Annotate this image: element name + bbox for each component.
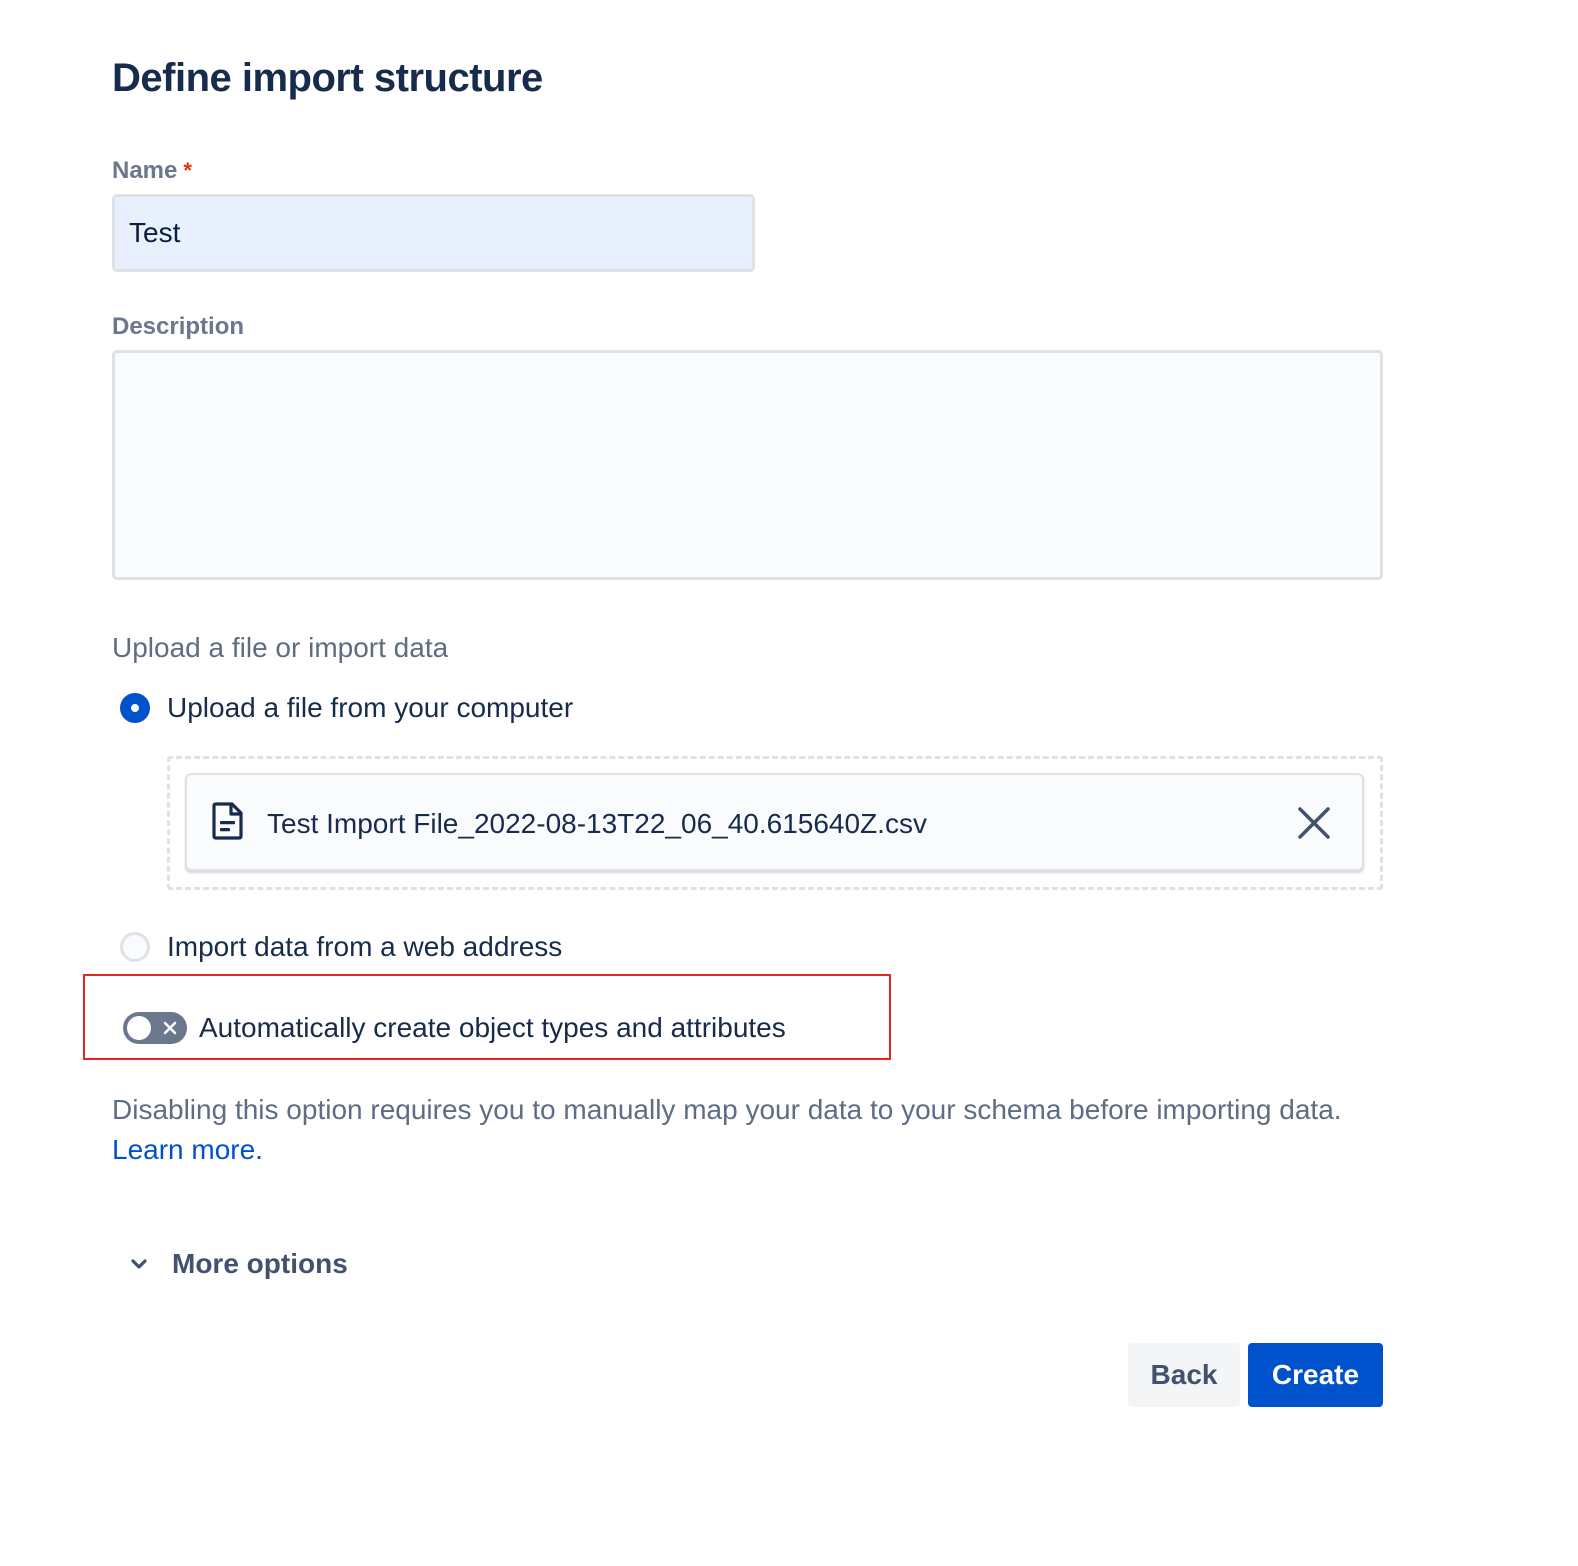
name-label-text: Name xyxy=(112,157,178,184)
radio-web-address[interactable]: Import data from a web address xyxy=(120,929,562,965)
name-label: Name * xyxy=(112,156,192,186)
name-input[interactable] xyxy=(112,194,755,272)
auto-create-toggle[interactable] xyxy=(123,1012,187,1044)
document-icon xyxy=(212,802,243,840)
page-title: Define import structure xyxy=(112,56,543,100)
help-text: Disabling this option requires you to ma… xyxy=(112,1090,1352,1170)
create-button[interactable]: Create xyxy=(1248,1343,1383,1407)
auto-create-toggle-row[interactable]: Automatically create object types and at… xyxy=(123,1010,786,1046)
chevron-down-icon xyxy=(131,1259,147,1269)
radio-unchecked-icon[interactable] xyxy=(120,932,150,962)
help-text-body: Disabling this option requires you to ma… xyxy=(112,1094,1342,1125)
more-options-label: More options xyxy=(172,1248,348,1279)
auto-create-label: Automatically create object types and at… xyxy=(199,1012,786,1043)
radio-web-address-label: Import data from a web address xyxy=(167,931,563,962)
uploaded-file-name: Test Import File_2022-08-13T22_06_40.615… xyxy=(267,808,927,839)
radio-checked-icon[interactable] xyxy=(120,693,150,723)
more-options-toggle[interactable]: More options xyxy=(126,1244,348,1284)
learn-more-link[interactable]: Learn more. xyxy=(112,1134,263,1165)
toggle-off-icon xyxy=(163,1021,177,1035)
uploaded-file-card: Test Import File_2022-08-13T22_06_40.615… xyxy=(185,773,1364,871)
toggle-knob xyxy=(127,1016,151,1040)
radio-upload-file-label: Upload a file from your computer xyxy=(167,692,574,723)
description-textarea[interactable] xyxy=(112,350,1383,580)
back-button[interactable]: Back xyxy=(1128,1343,1240,1407)
description-label: Description xyxy=(112,313,245,340)
required-marker: * xyxy=(183,158,192,183)
radio-upload-file[interactable]: Upload a file from your computer xyxy=(120,690,573,726)
source-section-label: Upload a file or import data xyxy=(112,632,449,663)
close-icon[interactable] xyxy=(1296,805,1332,841)
